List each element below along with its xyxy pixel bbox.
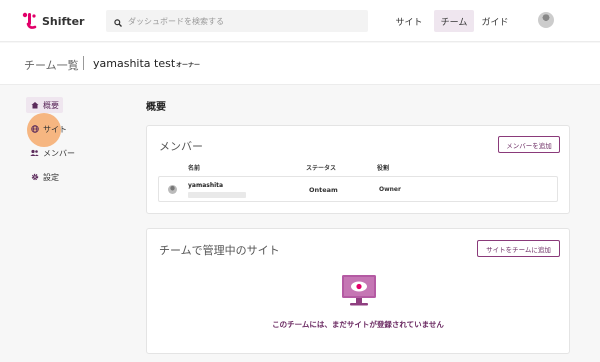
sidebar-item-members[interactable]: メンバー xyxy=(26,145,79,161)
member-role: Owner xyxy=(379,186,401,193)
search-icon xyxy=(114,12,122,31)
breadcrumb-team-list[interactable]: チーム一覧 xyxy=(24,57,79,73)
sidebar-item-label: メンバー xyxy=(43,148,75,158)
role-badge: オーナー xyxy=(176,62,201,69)
sidebar-item-label: サイト xyxy=(43,124,67,134)
column-header-status: ステータス xyxy=(306,165,337,172)
app-name: Shifter xyxy=(42,14,85,28)
sidebar-item-settings[interactable]: 設定 xyxy=(26,169,63,185)
monitor-icon xyxy=(341,273,377,313)
page-title: 概要 xyxy=(146,102,166,113)
member-email-redacted xyxy=(188,192,246,198)
breadcrumb-team-name: yamashita test xyxy=(93,57,176,70)
sidebar-item-sites[interactable]: サイト xyxy=(26,121,71,137)
add-member-button[interactable]: メンバーを追加 xyxy=(498,136,560,153)
member-status: Onteam xyxy=(309,186,338,194)
nav-sites[interactable]: サイト xyxy=(392,10,426,32)
top-bar: Shifter サイト チーム ガイド xyxy=(0,0,600,42)
empty-state-message: このチームには、まだサイトが登録されていません xyxy=(272,320,444,329)
globe-icon xyxy=(30,125,39,134)
table-row[interactable]: yamashita Onteam Owner xyxy=(158,176,558,202)
search-box[interactable] xyxy=(106,10,368,32)
nav-guide[interactable]: ガイド xyxy=(478,10,512,32)
sidebar-item-label: 概要 xyxy=(43,100,59,110)
column-header-name: 名前 xyxy=(188,165,201,172)
home-icon xyxy=(30,101,39,110)
gear-icon xyxy=(30,173,39,182)
member-name: yamashita xyxy=(188,182,224,189)
nav-team[interactable]: チーム xyxy=(434,10,474,32)
sidebar-item-overview[interactable]: 概要 xyxy=(26,97,63,113)
sidebar-item-label: 設定 xyxy=(43,172,59,182)
team-sites-card-title: チームで管理中のサイト xyxy=(159,244,280,257)
column-header-role: 役割 xyxy=(377,165,390,172)
breadcrumb-divider xyxy=(83,56,84,70)
page-header: チーム一覧 yamashita test オーナー xyxy=(0,43,600,85)
logo[interactable]: Shifter xyxy=(22,12,84,30)
shifter-logo-icon xyxy=(22,12,38,30)
members-card-title: メンバー xyxy=(159,140,203,153)
add-site-to-team-button[interactable]: サイトをチームに追加 xyxy=(477,240,560,257)
avatar xyxy=(168,185,177,194)
users-icon xyxy=(30,149,39,158)
team-sites-card: チームで管理中のサイト サイトをチームに追加 このチームには、まだサイトが登録さ… xyxy=(146,228,570,354)
user-avatar[interactable] xyxy=(538,12,554,28)
search-input[interactable] xyxy=(128,16,358,26)
